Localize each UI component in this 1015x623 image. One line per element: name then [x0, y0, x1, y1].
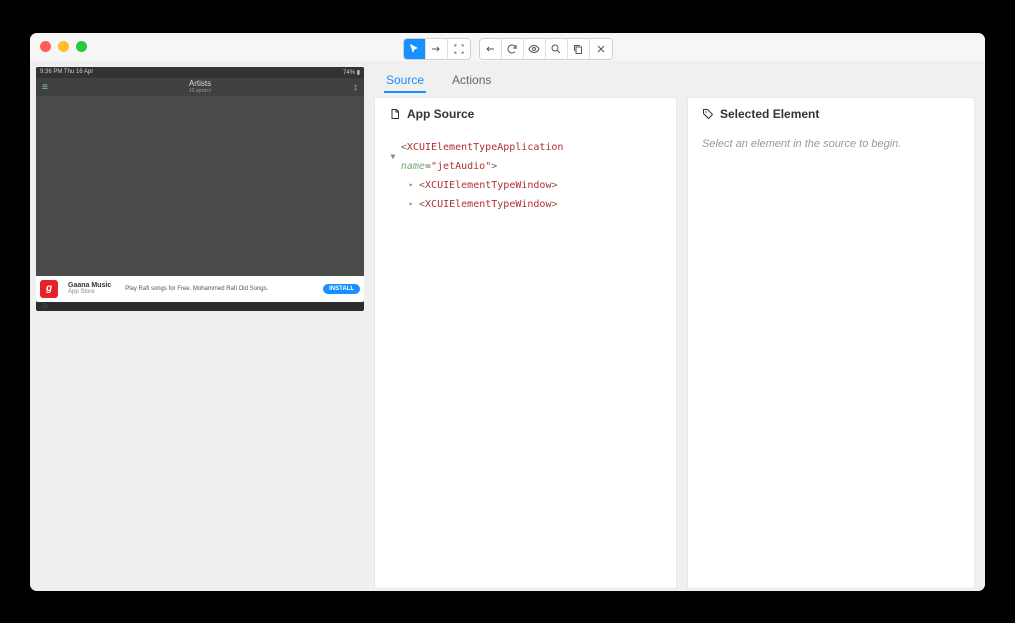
selected-element-title: Selected Element [720, 107, 819, 121]
panels: App Source ▼ <XCUIElementTypeApplication… [370, 93, 985, 591]
source-tree: ▼ <XCUIElementTypeApplication name="jetA… [389, 138, 662, 214]
ad-install-button[interactable]: INSTALL [323, 284, 360, 294]
device-title: Artists [189, 79, 211, 88]
selected-element-hint: Select an element in the source to begin… [702, 138, 901, 150]
minimize-window-button[interactable] [58, 41, 69, 52]
eye-button[interactable] [524, 39, 546, 59]
arrow-left-icon [484, 43, 496, 55]
eye-icon [528, 43, 540, 55]
ad-description: Play Rafi songs for Free. Mohammed Rafi … [125, 286, 317, 292]
window-controls [40, 41, 87, 52]
app-source-title: App Source [407, 107, 474, 121]
ad-title: Gaana Music [68, 282, 111, 289]
ad-subtitle: App Store [68, 289, 111, 295]
tree-node-application[interactable]: ▼ <XCUIElementTypeApplication name="jetA… [389, 138, 662, 176]
caret-right-icon: ▸ [407, 200, 415, 208]
search-icon [550, 43, 562, 55]
cursor-icon [408, 43, 420, 55]
inspector-pane: Source Actions App Source ▼ <XCUIElement… [370, 61, 985, 591]
back-button[interactable] [480, 39, 502, 59]
status-right: 74% ▮ [343, 69, 360, 76]
device-subtitle: 10 артист [189, 88, 211, 94]
copy-icon [572, 43, 584, 55]
app-window: 9:36 PM Thu 16 Apr 74% ▮ ≡ Artists 10 ар… [30, 33, 985, 591]
ad-app-icon: g [40, 280, 58, 298]
app-source-panel: App Source ▼ <XCUIElementTypeApplication… [374, 97, 677, 589]
sort-icon: ↕ [353, 82, 358, 93]
selected-element-panel: Selected Element Select an element in th… [687, 97, 975, 589]
refresh-icon [506, 43, 518, 55]
tag-icon [702, 108, 714, 120]
refresh-button[interactable] [502, 39, 524, 59]
titlebar [30, 33, 985, 61]
screenshot-pane: 9:36 PM Thu 16 Apr 74% ▮ ≡ Artists 10 ар… [30, 61, 370, 591]
menu-icon: ≡ [42, 82, 48, 93]
tree-node-window-2[interactable]: ▸ <XCUIElementTypeWindow> [407, 195, 662, 214]
toolbar [403, 38, 613, 60]
device-statusbar: 9:36 PM Thu 16 Apr 74% ▮ [36, 67, 364, 78]
select-mode-button[interactable] [404, 39, 426, 59]
swipe-mode-button[interactable] [426, 39, 448, 59]
arrow-right-icon [430, 43, 442, 55]
tap-mode-button[interactable] [448, 39, 470, 59]
tab-actions[interactable]: Actions [450, 69, 493, 93]
maximize-window-button[interactable] [76, 41, 87, 52]
selected-element-body: Select an element in the source to begin… [688, 130, 974, 588]
action-group [479, 38, 613, 60]
app-source-header: App Source [375, 98, 676, 130]
selected-element-header: Selected Element [688, 98, 974, 130]
device-header: ≡ Artists 10 артист ↕ [36, 78, 364, 96]
caret-right-icon: ▸ [407, 181, 415, 189]
file-icon [389, 108, 401, 120]
mode-group [403, 38, 471, 60]
ad-title-box: Gaana Music App Store [68, 282, 111, 295]
copy-button[interactable] [568, 39, 590, 59]
tabbar: Source Actions [370, 61, 985, 93]
content: 9:36 PM Thu 16 Apr 74% ▮ ≡ Artists 10 ар… [30, 61, 985, 591]
status-left: 9:36 PM Thu 16 Apr [40, 69, 93, 75]
quit-button[interactable] [590, 39, 612, 59]
ad-close-icon[interactable]: ⓧ [40, 302, 364, 311]
device-screenshot[interactable]: 9:36 PM Thu 16 Apr 74% ▮ ≡ Artists 10 ар… [36, 67, 364, 311]
search-button[interactable] [546, 39, 568, 59]
ad-banner: g Gaana Music App Store Play Rafi songs … [36, 276, 364, 302]
tree-node-window-1[interactable]: ▸ <XCUIElementTypeWindow> [407, 176, 662, 195]
device-body [36, 96, 364, 276]
app-source-body: ▼ <XCUIElementTypeApplication name="jetA… [375, 130, 676, 588]
expand-icon [453, 43, 465, 55]
caret-down-icon: ▼ [389, 153, 397, 161]
tab-source[interactable]: Source [384, 69, 426, 93]
close-window-button[interactable] [40, 41, 51, 52]
close-icon [595, 43, 607, 55]
